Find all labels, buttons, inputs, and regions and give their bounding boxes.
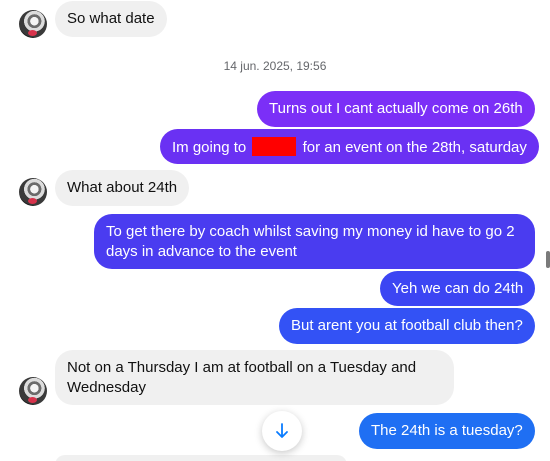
- outgoing-message[interactable]: The 24th is a tuesday?: [359, 413, 535, 449]
- message-text: The 24th is a tuesday?: [371, 422, 523, 439]
- contact-avatar[interactable]: [19, 10, 47, 38]
- incoming-message-partial[interactable]: [55, 455, 347, 461]
- message-text: But arent you at football club then?: [291, 317, 523, 334]
- message-text: What about 24th: [67, 179, 178, 196]
- outgoing-message[interactable]: Yeh we can do 24th: [380, 271, 536, 306]
- message-text: Im going to: [172, 139, 247, 156]
- message-text: Turns out I cant actually come on 26th: [269, 100, 523, 117]
- outgoing-message[interactable]: Turns out I cant actually come on 26th: [257, 91, 535, 127]
- scroll-to-bottom-button[interactable]: [262, 411, 302, 451]
- conversation-timestamp: 14 jun. 2025, 19:56: [223, 59, 327, 73]
- message-text: To get there by coach whilst saving my m…: [106, 223, 515, 260]
- outgoing-message[interactable]: Im going to for an event on the 28th, sa…: [160, 129, 539, 164]
- redaction-block: [252, 137, 297, 156]
- contact-avatar[interactable]: [19, 178, 47, 206]
- message-text: for an event on the 28th, saturday: [302, 139, 527, 156]
- scrollbar-thumb[interactable]: [546, 251, 550, 268]
- message-text: So what date: [67, 10, 155, 27]
- outgoing-message[interactable]: But arent you at football club then?: [279, 308, 535, 344]
- message-text: Yeh we can do 24th: [392, 280, 524, 297]
- arrow-down-icon: [276, 423, 288, 438]
- incoming-message[interactable]: Not on a Thursday I am at football on a …: [55, 350, 454, 405]
- contact-avatar[interactable]: [19, 377, 47, 405]
- message-text: Not on a Thursday I am at football on a …: [67, 359, 417, 396]
- outgoing-message[interactable]: To get there by coach whilst saving my m…: [94, 214, 535, 269]
- chat-thread: So what date 14 jun. 2025, 19:56 Turns o…: [0, 0, 550, 461]
- incoming-message[interactable]: What about 24th: [55, 170, 190, 206]
- incoming-message[interactable]: So what date: [55, 1, 167, 37]
